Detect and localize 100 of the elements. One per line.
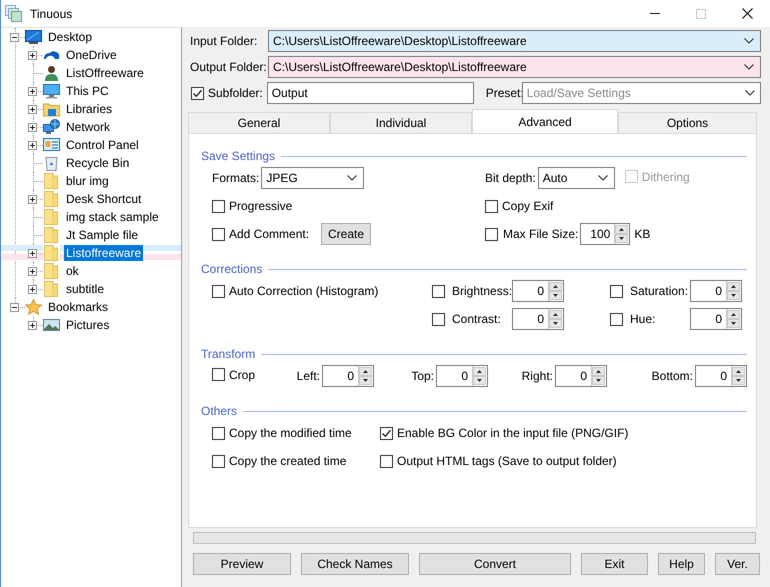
- chevron-down-icon[interactable]: [744, 64, 754, 70]
- tree-item[interactable]: Network: [64, 119, 112, 135]
- expand-icon[interactable]: [28, 104, 37, 114]
- expand-icon[interactable]: [28, 248, 37, 258]
- spin-down-icon[interactable]: [615, 234, 628, 243]
- tab[interactable]: Advanced: [472, 109, 618, 133]
- checkbox[interactable]: [485, 228, 498, 240]
- number-spinner[interactable]: 0: [512, 280, 564, 302]
- tree-item[interactable]: Bookmarks: [46, 299, 110, 315]
- tree-item[interactable]: Desktop: [46, 29, 94, 45]
- spin-up-icon[interactable]: [549, 310, 562, 319]
- checkbox[interactable]: [380, 454, 393, 468]
- number-spinner[interactable]: 0: [690, 308, 742, 330]
- spin-up-icon[interactable]: [727, 282, 740, 291]
- tab[interactable]: Options: [618, 112, 757, 133]
- expand-icon[interactable]: [28, 50, 37, 60]
- spin-down-icon[interactable]: [359, 376, 372, 385]
- spin-up-icon[interactable]: [359, 367, 372, 376]
- checkbox[interactable]: [212, 368, 225, 382]
- spin-down-icon[interactable]: [592, 376, 605, 385]
- checkbox[interactable]: [610, 312, 623, 326]
- create-button[interactable]: Create: [321, 223, 372, 245]
- checkbox-label[interactable]: Copy the created time: [229, 454, 346, 468]
- expand-icon[interactable]: [28, 122, 37, 132]
- checkbox[interactable]: [212, 228, 225, 240]
- tree-item[interactable]: img stack sample: [64, 209, 161, 225]
- chevron-down-icon[interactable]: [744, 38, 754, 44]
- checkbox[interactable]: [610, 284, 623, 298]
- number-spinner[interactable]: 0: [322, 365, 374, 387]
- tab[interactable]: Individual: [330, 112, 472, 133]
- checkbox-label[interactable]: Auto Correction (Histogram): [229, 284, 378, 298]
- collapse-icon[interactable]: [10, 302, 19, 312]
- number-spinner[interactable]: 0: [695, 365, 747, 387]
- tree-item[interactable]: ok: [64, 263, 81, 279]
- expand-icon[interactable]: [28, 320, 37, 330]
- spin-up-icon[interactable]: [727, 310, 740, 319]
- chevron-down-icon[interactable]: [347, 175, 358, 181]
- spin-down-icon[interactable]: [549, 291, 562, 300]
- expand-icon[interactable]: [28, 86, 37, 96]
- number-spinner[interactable]: 0: [436, 365, 488, 387]
- checkbox[interactable]: [191, 86, 204, 100]
- number-spinner[interactable]: 0: [690, 280, 742, 302]
- checkbox-label[interactable]: Enable BG Color in the input file (PNG/GIF): [397, 426, 628, 440]
- action-button[interactable]: Preview: [193, 553, 291, 575]
- action-button[interactable]: Exit: [581, 553, 648, 575]
- spin-up-icon[interactable]: [732, 367, 745, 376]
- format-dropdown[interactable]: JPEG: [261, 167, 364, 189]
- checkbox[interactable]: [432, 312, 445, 326]
- spin-down-icon[interactable]: [473, 376, 486, 385]
- checkbox-label[interactable]: Crop: [229, 368, 256, 382]
- checkbox-label[interactable]: Copy the modified time: [229, 426, 352, 440]
- tree-item[interactable]: subtitle: [64, 281, 106, 297]
- checkbox-label[interactable]: Progressive: [229, 199, 292, 213]
- checkbox[interactable]: [432, 284, 445, 298]
- spin-up-icon[interactable]: [473, 367, 486, 376]
- spin-down-icon[interactable]: [732, 376, 745, 385]
- chevron-down-icon[interactable]: [745, 90, 755, 96]
- spin-down-icon[interactable]: [727, 319, 740, 328]
- checkbox[interactable]: [212, 426, 225, 440]
- action-button[interactable]: Check Names: [301, 553, 409, 575]
- expand-icon[interactable]: [28, 194, 37, 204]
- checkbox-label[interactable]: Output HTML tags (Save to output folder): [397, 454, 617, 468]
- tree-item[interactable]: OneDrive: [64, 47, 119, 63]
- tree-item[interactable]: Pictures: [64, 317, 112, 333]
- chevron-down-icon[interactable]: [598, 175, 608, 181]
- action-button[interactable]: Ver.: [715, 553, 760, 575]
- tree-item[interactable]: ListOffreeware: [64, 65, 146, 81]
- spin-up-icon[interactable]: [615, 225, 628, 234]
- number-spinner[interactable]: 0: [512, 308, 564, 330]
- folder-dropdown[interactable]: C:\Users\ListOffreeware\Desktop\Listoffreeware: [268, 56, 761, 78]
- number-spinner[interactable]: 0: [555, 365, 607, 387]
- checkbox-label[interactable]: Add Comment:: [229, 227, 310, 241]
- checkbox[interactable]: [212, 200, 225, 212]
- tree-item[interactable]: Libraries: [64, 101, 114, 117]
- tree-item[interactable]: Listoffreeware: [64, 245, 144, 261]
- tree-item[interactable]: blur img: [64, 173, 111, 189]
- close-icon[interactable]: [742, 8, 752, 19]
- tab[interactable]: General: [188, 112, 330, 133]
- spin-up-icon[interactable]: [549, 282, 562, 291]
- checkbox[interactable]: [212, 454, 225, 468]
- tree-item[interactable]: Jt Sample file: [64, 227, 140, 243]
- tree-item[interactable]: This PC: [64, 83, 111, 99]
- preset-dropdown[interactable]: Load/Save Settings: [522, 82, 761, 104]
- checkbox[interactable]: [380, 426, 393, 440]
- collapse-icon[interactable]: [10, 32, 19, 42]
- folder-dropdown[interactable]: C:\Users\ListOffreeware\Desktop\Listoffreeware: [268, 30, 761, 52]
- spin-down-icon[interactable]: [549, 319, 562, 328]
- number-spinner[interactable]: 100: [580, 223, 630, 245]
- bit-depth-dropdown[interactable]: Auto: [538, 167, 615, 189]
- expand-icon[interactable]: [28, 284, 37, 294]
- checkbox-label[interactable]: Subfolder:: [208, 86, 263, 100]
- tree-item[interactable]: Desk Shortcut: [64, 191, 144, 207]
- checkbox[interactable]: [212, 284, 225, 298]
- subfolder-field[interactable]: Output: [266, 82, 474, 104]
- tree-item[interactable]: Control Panel: [64, 137, 141, 153]
- expand-icon[interactable]: [28, 266, 37, 276]
- tree-item[interactable]: Recycle Bin: [64, 155, 132, 171]
- checkbox[interactable]: [485, 200, 498, 212]
- expand-icon[interactable]: [28, 140, 37, 150]
- action-button[interactable]: Convert: [419, 553, 571, 575]
